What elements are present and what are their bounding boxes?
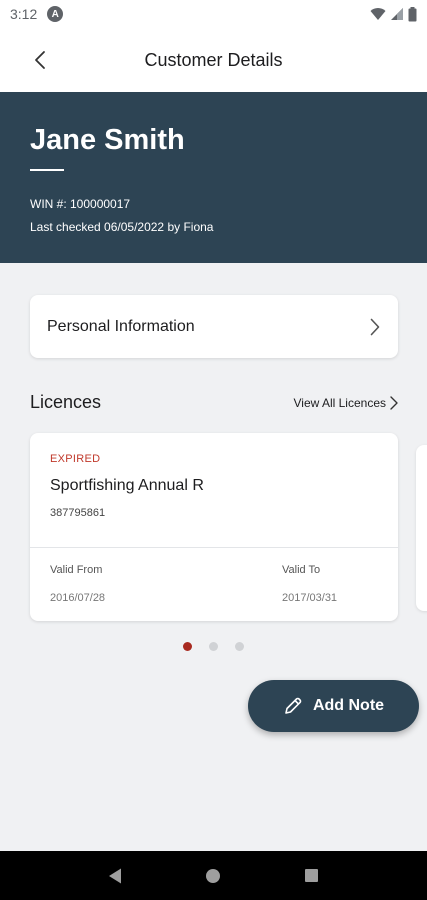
nav-home-icon	[206, 868, 221, 883]
status-icons	[370, 6, 417, 22]
status-bar: 3:12 A	[0, 0, 427, 28]
app-bar: Customer Details	[0, 28, 427, 92]
status-time: 3:12	[10, 6, 38, 22]
valid-from-label: Valid From	[50, 564, 103, 576]
valid-from: Valid From 2016/07/28	[50, 564, 282, 604]
system-navigation-bar	[0, 851, 427, 900]
personal-information-label: Personal Information	[47, 317, 195, 335]
personal-information-card[interactable]: Personal Information	[30, 295, 398, 358]
licence-validity: Valid From 2016/07/28 Valid To 2017/03/3…	[30, 548, 398, 604]
licence-card[interactable]: EXPIRED Sportfishing Annual R 387795861 …	[30, 433, 398, 621]
pencil-icon	[285, 697, 302, 714]
customer-header: Jane Smith WIN #: 100000017 Last checked…	[0, 92, 427, 263]
licence-status-badge: EXPIRED	[50, 453, 101, 465]
app-notification-icon: A	[47, 6, 64, 22]
wifi-icon	[370, 8, 386, 20]
page-title: Customer Details	[144, 49, 283, 70]
back-arrow-icon	[35, 51, 45, 69]
pager-dot-2[interactable]	[209, 642, 218, 651]
next-licence-card-peek[interactable]	[416, 445, 427, 611]
battery-icon	[408, 6, 417, 21]
licences-header: Licences View All Licences	[30, 392, 398, 413]
view-all-licences-link[interactable]: View All Licences	[294, 396, 399, 410]
nav-back-button[interactable]	[100, 861, 130, 891]
licence-card-summary: EXPIRED Sportfishing Annual R 387795861	[30, 433, 398, 548]
signal-icon	[391, 8, 403, 20]
licences-title: Licences	[30, 392, 102, 412]
nav-recents-icon	[305, 869, 319, 882]
nav-back-icon	[109, 868, 122, 883]
valid-to: Valid To 2017/03/31	[282, 564, 378, 604]
pager-dot-3[interactable]	[235, 642, 244, 651]
name-underline	[30, 169, 64, 171]
pager-dot-1[interactable]	[183, 642, 192, 651]
valid-to-date: 2017/03/31	[282, 592, 338, 604]
chevron-right-icon	[390, 395, 398, 410]
nav-recents-button[interactable]	[297, 861, 327, 891]
chevron-right-icon	[370, 318, 380, 335]
add-note-button[interactable]: Add Note	[248, 680, 419, 732]
view-all-licences-label: View All Licences	[293, 395, 387, 410]
nav-home-button[interactable]	[198, 861, 228, 891]
valid-from-date: 2016/07/28	[50, 592, 106, 604]
licence-number: 387795861	[50, 507, 106, 519]
add-note-label: Add Note	[312, 697, 385, 714]
licence-name: Sportfishing Annual R	[50, 477, 204, 494]
carousel-pager	[0, 642, 427, 651]
last-checked: Last checked 06/05/2022 by Fiona	[30, 220, 214, 234]
customer-name: Jane Smith	[30, 124, 185, 156]
back-button[interactable]	[26, 46, 54, 74]
win-number: WIN #: 100000017	[30, 197, 131, 211]
valid-to-label: Valid To	[282, 564, 321, 576]
